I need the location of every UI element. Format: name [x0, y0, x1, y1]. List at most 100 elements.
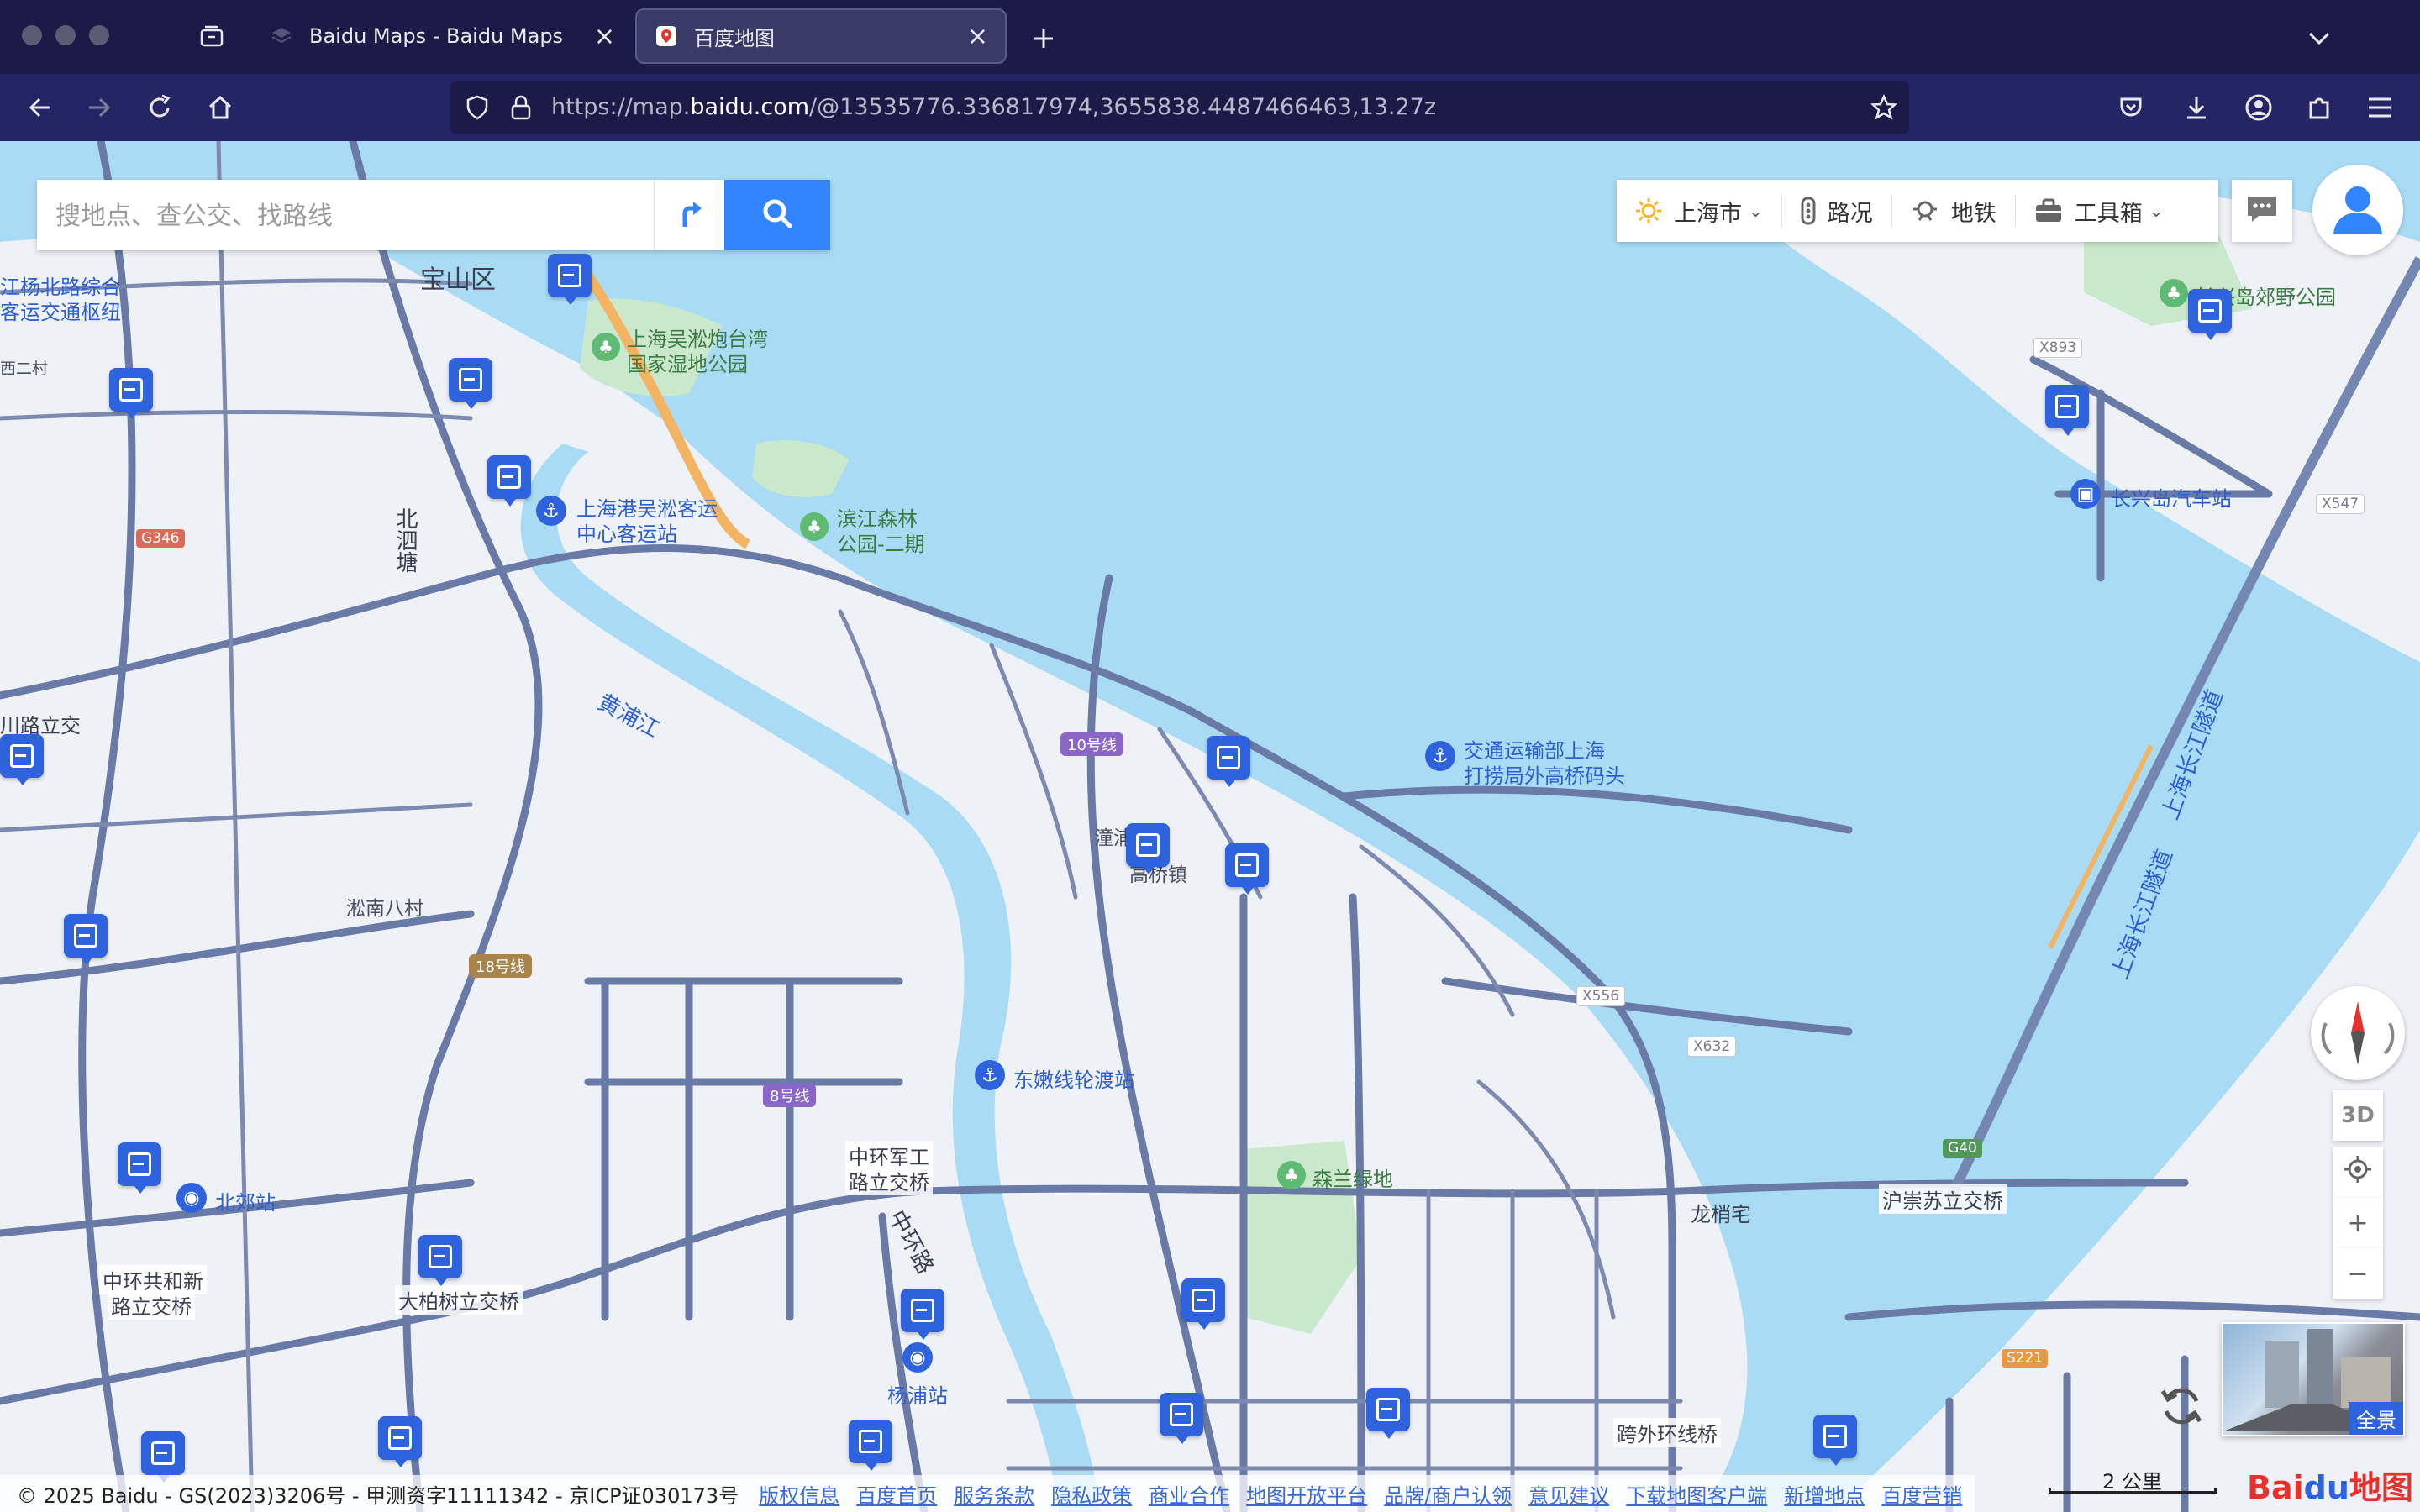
tab-overview-icon[interactable]	[195, 20, 229, 54]
pier-label[interactable]: 打捞局外高桥码头	[1464, 759, 1625, 789]
refresh-icon	[2158, 1383, 2205, 1433]
park-label[interactable]: 国家湿地公园	[627, 348, 748, 377]
exit-marker-icon[interactable]	[2045, 385, 2089, 436]
compass-control[interactable]	[2311, 986, 2405, 1080]
zoom-in-button[interactable]: +	[2333, 1198, 2383, 1248]
exit-marker-icon[interactable]	[378, 1416, 422, 1467]
exit-marker-icon[interactable]	[487, 455, 531, 507]
station-icon[interactable]: ◉	[902, 1342, 933, 1373]
search-input[interactable]	[54, 192, 671, 240]
search-button[interactable]	[724, 180, 830, 250]
map-canvas[interactable]: 宝山区 江杨北路综合 客运交通枢纽 西二村 ♣ 上海吴淞炮台湾 国家湿地公园 ⚓…	[0, 141, 2420, 1512]
footer-link-add-place[interactable]: 新增地点	[1784, 1479, 1865, 1509]
park-label[interactable]: 森兰绿地	[1313, 1163, 1393, 1192]
exit-marker-icon[interactable]	[2188, 289, 2232, 340]
footer-link-copyright[interactable]: 版权信息	[759, 1479, 839, 1509]
exit-marker-icon[interactable]	[118, 1142, 161, 1194]
exit-marker-icon[interactable]	[1366, 1388, 1410, 1439]
exit-marker-icon[interactable]	[1225, 843, 1269, 895]
exit-marker-icon[interactable]	[901, 1289, 944, 1340]
tab-list-chevron-icon[interactable]	[2301, 20, 2338, 57]
exit-marker-icon[interactable]	[849, 1420, 892, 1471]
shield-icon[interactable]	[460, 91, 494, 124]
home-icon[interactable]	[203, 91, 237, 124]
anchor-icon[interactable]: ⚓	[975, 1060, 1005, 1090]
url-text[interactable]: https://map.baidu.com/@13535776.33681797…	[551, 94, 1436, 120]
exit-marker-icon[interactable]	[0, 734, 44, 785]
close-tab-icon[interactable]: ×	[967, 22, 988, 51]
close-tab-icon[interactable]: ×	[594, 22, 615, 51]
message-button[interactable]	[2232, 180, 2292, 242]
exit-marker-icon[interactable]	[1126, 823, 1170, 874]
footer-link-download[interactable]: 下载地图客户端	[1626, 1479, 1767, 1509]
exit-marker-icon[interactable]	[1181, 1278, 1225, 1330]
exit-marker-icon[interactable]	[64, 914, 108, 965]
footer-link-feedback[interactable]: 意见建议	[1528, 1479, 1609, 1509]
exit-marker-icon[interactable]	[548, 254, 592, 305]
bus-icon[interactable]: ▣	[2070, 479, 2101, 509]
interchange-label: 路立交桥	[108, 1290, 195, 1320]
reload-icon[interactable]	[143, 91, 176, 124]
lock-icon[interactable]	[504, 91, 538, 124]
anchor-icon[interactable]: ⚓	[1425, 741, 1455, 771]
anchor-icon[interactable]: ⚓	[536, 496, 566, 526]
station-icon[interactable]: ◉	[176, 1183, 207, 1213]
extensions-icon[interactable]	[2302, 91, 2336, 124]
route-button[interactable]	[654, 180, 725, 250]
download-icon[interactable]	[2180, 91, 2213, 124]
back-arrow-icon[interactable]	[24, 91, 57, 124]
exit-marker-icon[interactable]	[1160, 1393, 1203, 1444]
park-icon[interactable]: ♣	[2160, 279, 2188, 307]
account-icon[interactable]	[2242, 91, 2275, 124]
park-icon[interactable]: ♣	[800, 512, 829, 541]
close-window-button[interactable]	[22, 25, 42, 45]
user-avatar[interactable]	[2312, 165, 2403, 255]
bookmark-star-icon[interactable]	[1867, 91, 1901, 124]
exit-marker-icon[interactable]	[1813, 1415, 1857, 1466]
footer-link-open-platform[interactable]: 地图开放平台	[1246, 1479, 1367, 1509]
city-selector[interactable]: 上海市 ⌄	[1617, 195, 1781, 228]
footer-link-business[interactable]: 商业合作	[1149, 1479, 1229, 1509]
exit-marker-icon[interactable]	[141, 1431, 185, 1483]
maximize-window-button[interactable]	[89, 25, 109, 45]
footer-link-marketing[interactable]: 百度营销	[1881, 1479, 1962, 1509]
station-label[interactable]: 北郊站	[215, 1186, 276, 1215]
menu-icon[interactable]	[2363, 91, 2396, 124]
ferry-label[interactable]: 东嫩线轮渡站	[1013, 1063, 1134, 1093]
road-number-badge: X893	[2033, 338, 2083, 358]
zoom-out-button[interactable]: −	[2333, 1248, 2383, 1299]
park-icon[interactable]: ♣	[592, 333, 620, 361]
park-icon[interactable]: ♣	[1277, 1161, 1306, 1189]
footer-link-brand-claim[interactable]: 品牌/商户认领	[1384, 1479, 1512, 1509]
tab-baidu-maps-cn[interactable]: 百度地图 ×	[635, 8, 1007, 64]
traffic-light-icon	[1801, 197, 1816, 225]
subway-label: 地铁	[1950, 200, 1996, 227]
subway-button[interactable]: 地铁	[1891, 194, 2015, 228]
station-label[interactable]: 杨浦站	[887, 1379, 948, 1409]
toolbox-button[interactable]: 工具箱 ⌄	[2014, 194, 2182, 228]
refresh-button[interactable]	[2154, 1381, 2208, 1435]
minimize-window-button[interactable]	[55, 25, 76, 45]
bridge-label: 跨外环线桥	[1613, 1418, 1721, 1447]
bus-station-label[interactable]: 长兴岛汽车站	[2111, 482, 2232, 512]
park-label[interactable]: 公园-二期	[837, 528, 925, 557]
port-label[interactable]: 中心客运站	[576, 517, 677, 547]
baidu-map-logo[interactable]: Baidu地图	[2247, 1462, 2413, 1508]
exit-marker-icon[interactable]	[418, 1235, 462, 1286]
new-tab-icon[interactable]	[1025, 20, 1062, 57]
3d-toggle-button[interactable]: 3D	[2333, 1090, 2383, 1141]
exit-marker-icon[interactable]	[109, 368, 153, 419]
footer-link-privacy[interactable]: 隐私政策	[1051, 1479, 1132, 1509]
pocket-icon[interactable]	[2114, 91, 2148, 124]
locate-button[interactable]	[2333, 1147, 2383, 1198]
exit-marker-icon[interactable]	[1207, 736, 1250, 787]
footer-link-terms[interactable]: 服务条款	[954, 1479, 1034, 1509]
forward-arrow-icon[interactable]	[82, 91, 116, 124]
map-toolbar: 上海市 ⌄ 路况 地铁 工具箱 ⌄	[1617, 180, 2218, 242]
exit-marker-icon[interactable]	[449, 358, 492, 409]
panorama-thumbnail[interactable]: 全景	[2222, 1322, 2405, 1436]
footer-link-home[interactable]: 百度首页	[856, 1479, 937, 1509]
traffic-button[interactable]: 路况	[1781, 194, 1891, 228]
tab-baidu-maps-en[interactable]: Baidu Maps - Baidu Maps ×	[252, 8, 632, 64]
tab-title: Baidu Maps - Baidu Maps	[309, 24, 564, 48]
